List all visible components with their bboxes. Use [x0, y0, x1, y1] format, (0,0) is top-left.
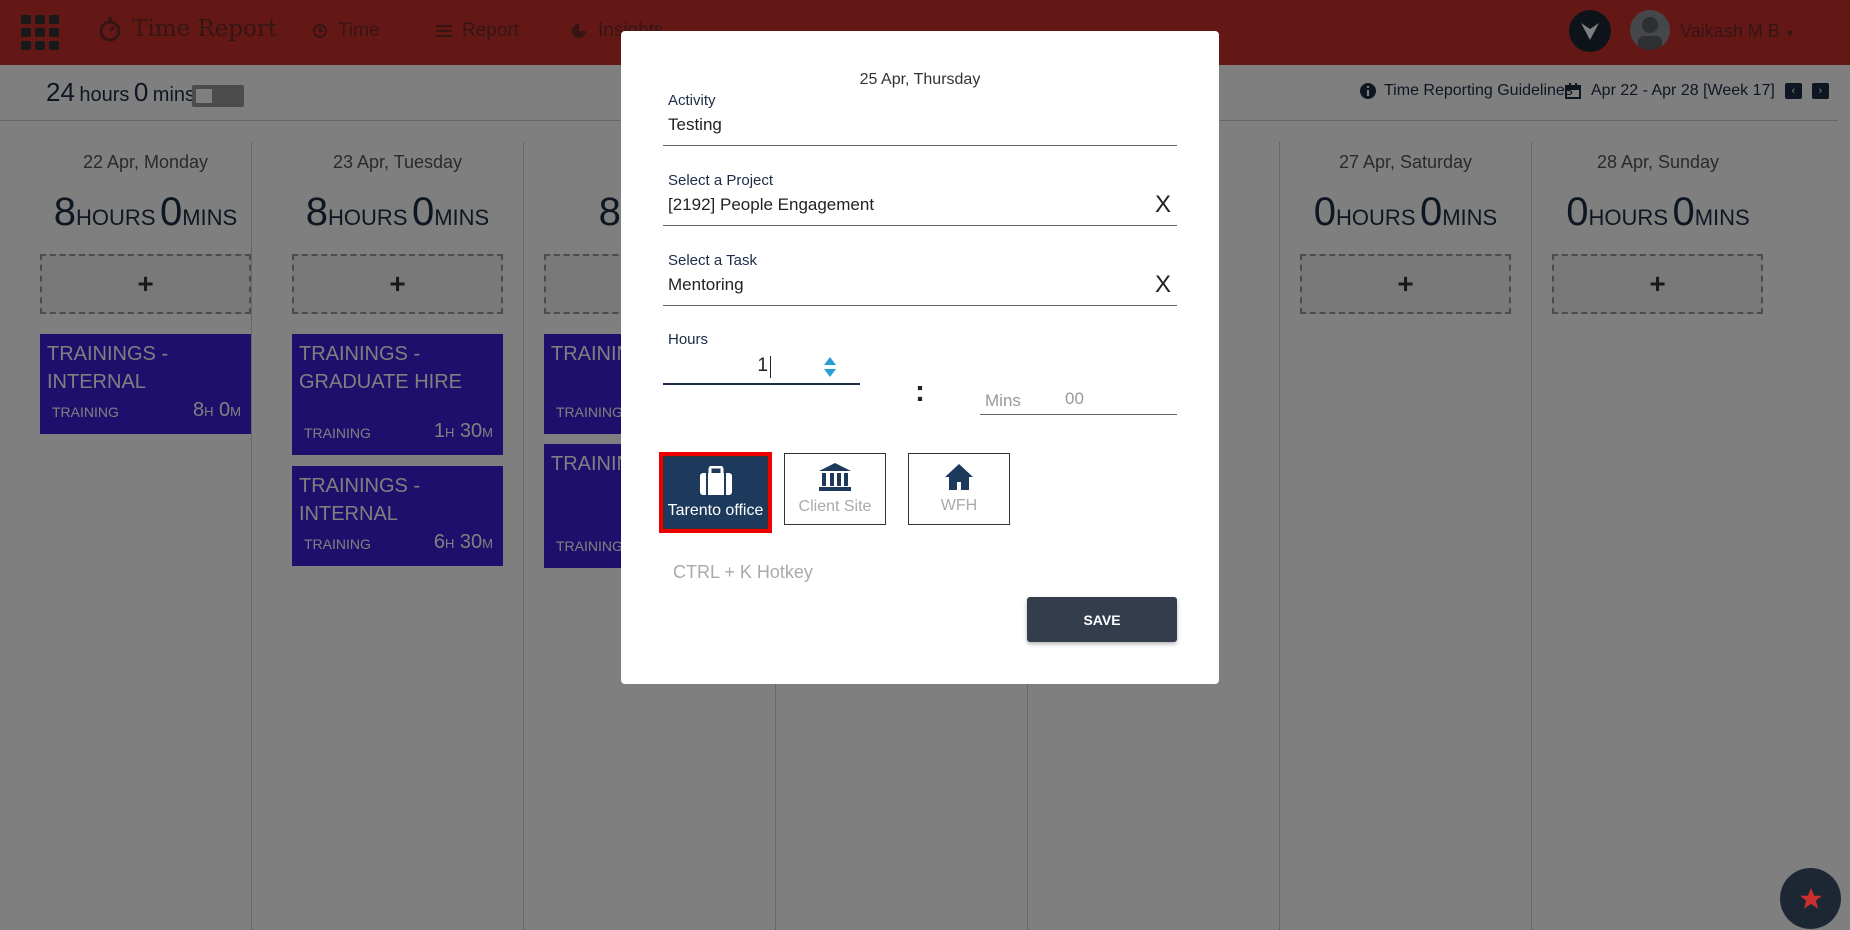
mins-field[interactable]: Mins 00: [980, 361, 1177, 415]
location-label: WFH: [940, 497, 978, 514]
time-separator: :: [915, 375, 925, 408]
briefcase-icon: [699, 465, 732, 495]
favorites-button[interactable]: [1780, 868, 1841, 929]
hours-label: Hours: [668, 331, 709, 348]
activity-field[interactable]: Activity Testing: [663, 92, 1177, 146]
location-client-site-button[interactable]: Client Site: [784, 453, 886, 525]
activity-input[interactable]: Testing: [668, 115, 1177, 141]
save-button[interactable]: SAVE: [1027, 597, 1177, 642]
clear-project-icon[interactable]: X: [1155, 191, 1171, 219]
project-label: Select a Project: [668, 172, 774, 189]
project-select[interactable]: [2192] People Engagement: [668, 195, 1177, 221]
star-icon: [1799, 887, 1822, 909]
task-select[interactable]: Mentoring: [668, 275, 1177, 301]
location-tarento-office-button[interactable]: Tarento office: [659, 452, 772, 533]
bank-icon: [819, 463, 851, 491]
mins-label: Mins: [985, 391, 1021, 410]
project-field[interactable]: Select a Project [2192] People Engagemen…: [663, 172, 1177, 226]
hours-spinner-icon[interactable]: [822, 356, 838, 378]
dialog-date: 25 Apr, Thursday: [859, 71, 981, 88]
home-icon: [945, 464, 973, 490]
clear-task-icon[interactable]: X: [1155, 271, 1171, 299]
hotkey-hint: CTRL + K Hotkey: [673, 562, 813, 582]
location-label: Tarento office: [667, 501, 764, 519]
hours-input[interactable]: 1: [663, 355, 768, 377]
activity-label: Activity: [668, 92, 716, 109]
location-label: Client Site: [798, 498, 872, 515]
task-label: Select a Task: [668, 252, 757, 269]
text-cursor: [770, 356, 771, 378]
time-entry-dialog: 25 Apr, Thursday Activity Testing Select…: [621, 31, 1219, 684]
location-wfh-button[interactable]: WFH: [908, 453, 1010, 525]
mins-input[interactable]: 00: [1065, 389, 1084, 409]
hours-field[interactable]: Hours 1: [663, 331, 860, 385]
task-field[interactable]: Select a Task Mentoring X: [663, 252, 1177, 306]
